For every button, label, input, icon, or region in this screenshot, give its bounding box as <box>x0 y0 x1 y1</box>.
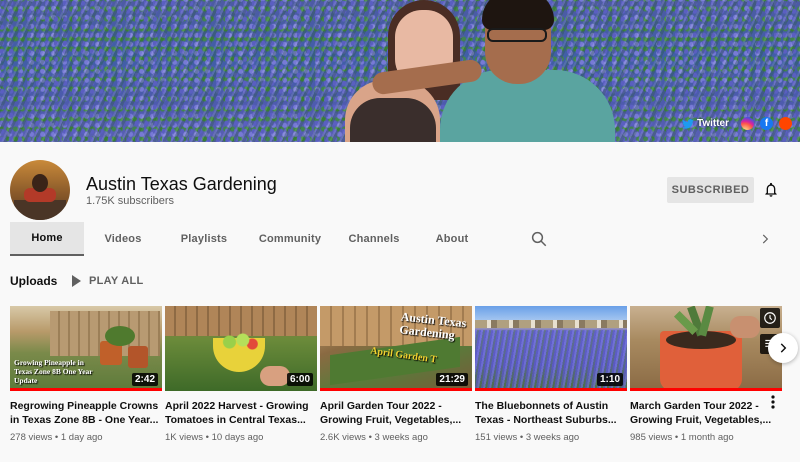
video-title[interactable]: April 2022 Harvest - Growing Tomatoes in… <box>165 399 317 427</box>
video-age: 1 day ago <box>60 432 103 443</box>
video-meta: 1K views • 10 days ago <box>165 432 264 443</box>
watch-later-icon[interactable] <box>760 308 780 328</box>
instagram-icon[interactable] <box>741 117 754 130</box>
reddit-icon[interactable] <box>779 117 792 130</box>
search-icon[interactable] <box>530 230 548 248</box>
twitter-link-label: Twitter <box>696 118 729 129</box>
channel-tabs: Home Videos Playlists Community Channels… <box>10 222 490 256</box>
chevron-right-icon <box>780 343 787 353</box>
video-views: 985 views <box>630 432 673 443</box>
video-title[interactable]: The Bluebonnets of Austin Texas - Northe… <box>475 399 627 427</box>
channel-avatar[interactable] <box>10 160 70 220</box>
tab-channels[interactable]: Channels <box>334 222 414 256</box>
uploads-shelf: Uploads PLAY ALL Growing Pineapple in Te… <box>0 256 800 462</box>
video-thumbnail[interactable]: Austin Texas Gardening April Garden T 21… <box>320 306 472 391</box>
video-meta: 151 views • 3 weeks ago <box>475 432 580 443</box>
video-meta: 278 views • 1 day ago <box>10 432 103 443</box>
video-duration: 6:00 <box>286 373 313 386</box>
subscribed-button[interactable]: SUBSCRIBED <box>667 177 754 203</box>
video-duration: 2:42 <box>131 373 158 386</box>
watch-progress <box>10 388 162 391</box>
play-icon <box>72 275 81 287</box>
channel-links: Twitter f <box>681 117 792 130</box>
video-card[interactable]: 1:10 The Bluebonnets of Austin Texas - N… <box>475 306 627 443</box>
more-options-icon[interactable] <box>768 394 778 410</box>
tab-community[interactable]: Community <box>246 222 334 256</box>
video-age: 1 month ago <box>680 432 734 443</box>
twitter-link[interactable]: Twitter <box>681 118 729 129</box>
video-title[interactable]: March Garden Tour 2022 - Growing Fruit, … <box>630 399 782 427</box>
channel-page: Twitter f Austin Texas Gardening 1.75K s… <box>0 0 800 462</box>
watch-progress <box>475 388 627 391</box>
video-thumbnail[interactable]: Growing Pineapple in Texas Zone 8B One Y… <box>10 306 162 391</box>
video-views: 1K views <box>165 432 204 443</box>
video-age: 10 days ago <box>211 432 264 443</box>
channel-header: Austin Texas Gardening 1.75K subscribers… <box>0 142 800 256</box>
tab-playlists[interactable]: Playlists <box>162 222 246 256</box>
shelf-next-button[interactable] <box>768 333 798 363</box>
video-views: 151 views <box>475 432 518 443</box>
video-card[interactable]: 6:00 April 2022 Harvest - Growing Tomato… <box>165 306 317 443</box>
video-duration: 1:10 <box>596 373 623 386</box>
tab-about[interactable]: About <box>414 222 490 256</box>
shelf-title[interactable]: Uploads <box>10 274 57 288</box>
bell-icon[interactable] <box>763 181 779 199</box>
channel-name: Austin Texas Gardening <box>86 174 277 194</box>
video-age: 3 weeks ago <box>374 432 428 443</box>
video-meta: 2.6K views • 3 weeks ago <box>320 432 428 443</box>
thumbnail-overlay-text: Growing Pineapple in Texas Zone 8B One Y… <box>14 358 93 385</box>
play-all-button[interactable]: PLAY ALL <box>72 272 144 290</box>
video-title[interactable]: Regrowing Pineapple Crowns in Texas Zone… <box>10 399 162 427</box>
video-card[interactable]: Austin Texas Gardening April Garden T 21… <box>320 306 472 443</box>
video-views: 2.6K views <box>320 432 366 443</box>
video-card[interactable]: Growing Pineapple in Texas Zone 8B One Y… <box>10 306 162 443</box>
video-views: 278 views <box>10 432 53 443</box>
tab-videos[interactable]: Videos <box>84 222 162 256</box>
subscriber-count: 1.75K subscribers <box>86 195 175 207</box>
play-all-label: PLAY ALL <box>89 275 144 287</box>
twitter-icon <box>681 118 694 129</box>
video-duration: 21:29 <box>436 373 468 386</box>
video-thumbnail[interactable]: 6:00 <box>165 306 317 391</box>
video-title[interactable]: April Garden Tour 2022 - Growing Fruit, … <box>320 399 472 427</box>
watch-progress <box>630 388 782 391</box>
video-thumbnail[interactable]: 1:10 <box>475 306 627 391</box>
video-age: 3 weeks ago <box>525 432 580 443</box>
watch-progress <box>320 388 472 391</box>
channel-banner: Twitter f <box>0 0 800 142</box>
chevron-right-icon[interactable] <box>758 231 772 247</box>
facebook-icon[interactable]: f <box>760 117 773 130</box>
video-meta: 985 views • 1 month ago <box>630 432 734 443</box>
tab-home[interactable]: Home <box>10 222 84 256</box>
